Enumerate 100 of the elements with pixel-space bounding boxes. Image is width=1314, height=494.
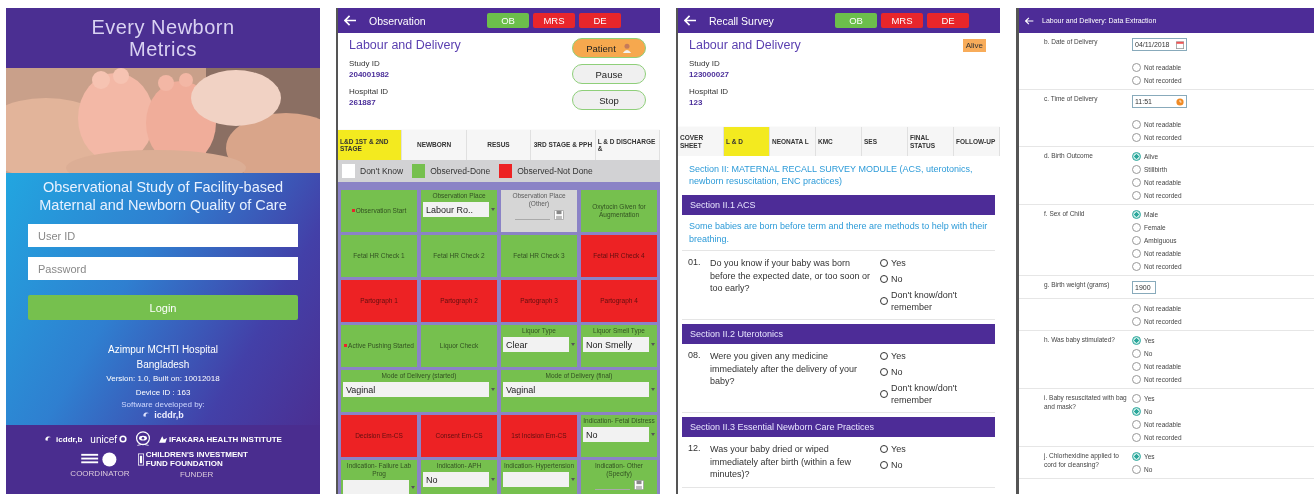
caret-icon — [651, 388, 655, 391]
legend-label: Don't Know — [360, 166, 404, 176]
section-header: Section II.1 ACS — [682, 195, 995, 215]
caret-icon — [491, 478, 495, 481]
radio-button[interactable] — [1132, 362, 1141, 371]
save-icon[interactable] — [553, 210, 564, 220]
action-button[interactable]: Stop — [572, 90, 646, 110]
radio-button[interactable] — [1132, 394, 1141, 403]
dropdown-field[interactable]: No — [423, 472, 489, 487]
study-title: Observational Study of Facility-based — [42, 178, 284, 196]
role-label: COORDINATOR — [70, 468, 130, 478]
caret-icon — [571, 343, 575, 346]
dropdown-field[interactable] — [503, 472, 569, 487]
field-label: Hospital ID — [689, 86, 730, 97]
field-label: Hospital ID — [349, 86, 390, 97]
app-title: Every Newborn Metrics — [90, 16, 236, 60]
question-text: Were you given any medicine immediately after the delivery of your baby? — [710, 350, 859, 388]
dropdown-field[interactable]: Vaginal — [343, 382, 489, 397]
screen-title: Recall Survey — [709, 14, 775, 27]
logo-icon — [159, 435, 167, 443]
radio-button[interactable] — [1132, 375, 1141, 384]
logo-text: IFAKARA HEALTH INSTITUTE — [169, 434, 282, 444]
dropdown-field[interactable] — [343, 480, 409, 494]
radio-button[interactable] — [1132, 63, 1141, 72]
option-label: No — [891, 273, 904, 285]
dropdown-field[interactable]: No — [583, 427, 649, 442]
form-heading: Labour and Delivery — [689, 38, 801, 52]
logo-text: icddr,b — [154, 410, 184, 420]
back-arrow-icon[interactable] — [344, 15, 357, 26]
radio-button[interactable] — [1132, 336, 1141, 345]
radio-button[interactable] — [1132, 210, 1141, 219]
back-arrow-icon[interactable] — [1025, 16, 1034, 25]
radio-button[interactable] — [1132, 249, 1141, 258]
radio-button[interactable] — [1132, 178, 1141, 187]
radio-button[interactable] — [1132, 407, 1141, 416]
section-header: Section II.3 Essential Newborn Care Practices — [682, 417, 995, 437]
radio-button[interactable] — [1132, 223, 1141, 232]
dropdown-field[interactable]: Labour Ro.. — [423, 202, 489, 217]
option-label: Don't know/don't remember — [891, 289, 958, 313]
school-crest-icon — [81, 451, 119, 467]
dropdown-field[interactable]: Non Smelly — [583, 337, 649, 352]
option-label: Don't know/don't remember — [891, 382, 958, 406]
logo-icon — [137, 452, 144, 466]
question-text: Was your baby dried or wiped immediately after birth (within a few minutes)? — [710, 443, 853, 481]
caret-icon — [491, 208, 495, 211]
person-icon — [621, 42, 632, 54]
radio-button[interactable] — [1132, 317, 1141, 326]
country-name: Bangladesh — [136, 358, 190, 372]
radio-button[interactable] — [1132, 152, 1141, 161]
module-title: Section II: MATERNAL RECALL SURVEY MODULE (ACS, uterotonics, newborn resuscitation, ENC practices) — [688, 163, 974, 188]
status-badge[interactable]: DE — [927, 13, 969, 28]
globe-icon — [119, 435, 127, 443]
logo-text: unicef — [90, 433, 117, 445]
radio-button[interactable] — [1132, 133, 1141, 142]
version-text: Version: 1.0, Built on: 10012018 — [106, 373, 220, 385]
radio-button[interactable] — [1132, 420, 1141, 429]
user-id-field[interactable]: User ID — [28, 224, 298, 247]
save-icon[interactable] — [633, 480, 644, 490]
status-badge[interactable]: DE — [579, 13, 621, 28]
radio-button[interactable] — [1132, 452, 1141, 461]
hospital-name: Azimpur MCHTI Hospital — [108, 343, 218, 357]
radio-button[interactable] — [1132, 304, 1141, 313]
logo-text: CHILDREN'S INVESTMENT FUND FOUNDATION — [145, 450, 249, 468]
option-label: Yes — [891, 257, 907, 269]
option-label: No — [891, 459, 904, 471]
radio-button[interactable] — [1132, 165, 1141, 174]
dropdown-field[interactable]: Vaginal — [503, 382, 649, 397]
screen-title: Observation — [369, 14, 427, 27]
caret-icon — [491, 388, 495, 391]
radio-button[interactable] — [1132, 433, 1141, 442]
action-button[interactable]: Pause — [572, 64, 646, 84]
radio-button[interactable] — [1132, 120, 1141, 129]
status-badge[interactable]: MRS — [881, 13, 923, 28]
password-field[interactable]: Password — [28, 257, 298, 280]
radio-button[interactable] — [1132, 236, 1141, 245]
back-arrow-icon[interactable] — [684, 15, 697, 26]
option-label: Yes — [891, 443, 907, 455]
radio-button[interactable] — [1132, 465, 1141, 474]
hospital-id: 123 — [689, 97, 704, 108]
field-label: Study ID — [689, 58, 721, 69]
role-label: FUNDER — [179, 470, 214, 479]
radio-button[interactable] — [1132, 191, 1141, 200]
radio-button[interactable] — [1132, 76, 1141, 85]
caret-icon — [411, 486, 415, 489]
radio-button[interactable] — [1132, 349, 1141, 358]
caret-icon — [571, 478, 575, 481]
patient-button[interactable]: Patient — [572, 38, 646, 58]
radio-button[interactable] — [1132, 262, 1141, 271]
field-label: Study ID — [349, 58, 381, 69]
caret-icon — [651, 343, 655, 346]
clock-icon[interactable] — [1176, 97, 1184, 106]
legend-label: Observed-Done — [430, 166, 491, 176]
section-header: Section II.2 Uterotonics — [682, 324, 995, 344]
dropdown-field[interactable]: Clear — [503, 337, 569, 352]
status-badge[interactable]: MRS — [533, 13, 575, 28]
study-id: 204001982 — [349, 69, 391, 80]
device-id: Device ID : 163 — [135, 387, 191, 399]
calendar-icon[interactable] — [1176, 40, 1184, 49]
question-text: Do you know if your baby was born before the expected date, or too soon or too early? — [710, 257, 872, 295]
caret-icon — [651, 433, 655, 436]
